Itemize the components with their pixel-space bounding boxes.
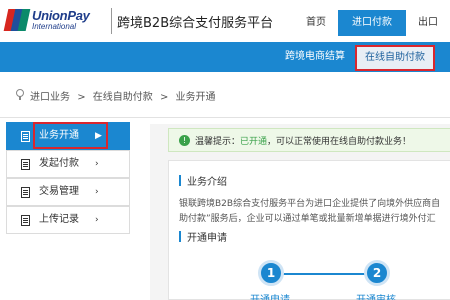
intro-line: 助付款”服务后，企业可以通过单笔或批量新增单据进行境外付汇 bbox=[179, 214, 436, 224]
notice-prefix: 温馨提示： bbox=[195, 137, 241, 147]
highlight-box bbox=[33, 122, 108, 149]
section-marker bbox=[179, 175, 181, 186]
nav-home[interactable]: 首页 bbox=[294, 10, 338, 36]
location-pin-icon bbox=[16, 89, 24, 100]
chevron-right-icon: › bbox=[95, 215, 99, 225]
sidebar-item-label: 交易管理 bbox=[39, 186, 79, 197]
step-2-circle: 2 bbox=[364, 260, 390, 286]
notice-status: 已开通 bbox=[240, 137, 268, 147]
chevron-right-icon: › bbox=[95, 159, 99, 169]
unionpay-logo[interactable]: UnionPay International bbox=[3, 8, 110, 34]
sidebar-item-initiate-payment[interactable]: 发起付款 › bbox=[6, 150, 130, 178]
logo-subtext: International bbox=[32, 22, 77, 31]
notice-suffix: ，可以正常使用在线自助付款业务！ bbox=[267, 137, 412, 147]
chevron-right-icon: › bbox=[95, 187, 99, 197]
breadcrumb-business-activation: 业务开通 bbox=[175, 92, 216, 103]
section-title-apply: 开通申请 bbox=[187, 233, 227, 244]
breadcrumb: 进口业务 > 在线自助付款 > 业务开通 bbox=[0, 72, 450, 118]
content-card: 业务介绍 银联跨境B2B综合支付服务平台为进口企业提供了向境外供应商自 助付款”… bbox=[168, 160, 450, 300]
section-title-intro: 业务介绍 bbox=[187, 177, 227, 188]
document-icon bbox=[21, 159, 30, 170]
notice-text: 温馨提示：已开通，可以正常使用在线自助付款业务！ bbox=[195, 134, 411, 147]
intro-text: 银联跨境B2B综合支付服务平台为进口企业提供了向境外供应商自 助付款”服务后，企… bbox=[179, 197, 450, 227]
nav-export[interactable]: 出口 bbox=[406, 10, 450, 36]
sidebar-item-label: 发起付款 bbox=[39, 158, 79, 169]
breadcrumb-separator: > bbox=[77, 92, 86, 103]
breadcrumb-separator: > bbox=[159, 92, 169, 103]
logo-text: UnionPay bbox=[32, 8, 90, 23]
subnav-online-self-payment[interactable]: 在线自助付款 bbox=[355, 45, 435, 71]
document-icon bbox=[21, 131, 30, 142]
breadcrumb-online-self-payment[interactable]: 在线自助付款 bbox=[93, 92, 153, 103]
breadcrumb-import-business[interactable]: 进口业务 bbox=[30, 92, 70, 103]
check-circle-icon: ! bbox=[179, 135, 190, 146]
step-1-label[interactable]: 开通申请 bbox=[250, 291, 290, 300]
notice-banner: ! 温馨提示：已开通，可以正常使用在线自助付款业务！ bbox=[168, 128, 450, 152]
platform-title: 跨境B2B综合支付服务平台 bbox=[117, 16, 274, 31]
nav-import-payment[interactable]: 进口付款 bbox=[338, 10, 406, 36]
intro-line: 银联跨境B2B综合支付服务平台为进口企业提供了向境外供应商自 bbox=[179, 199, 441, 209]
top-nav: 首页 进口付款 出口 bbox=[294, 10, 450, 36]
sidebar-item-upload-records[interactable]: 上传记录 › bbox=[6, 206, 130, 234]
sub-nav-bar: 跨境电商结算 在线自助付款 bbox=[0, 42, 450, 72]
unionpay-logo-icon bbox=[3, 9, 31, 31]
document-icon bbox=[21, 215, 30, 226]
header: UnionPay International 跨境B2B综合支付服务平台 首页 … bbox=[0, 0, 450, 42]
sidebar-item-label: 上传记录 bbox=[39, 214, 79, 225]
document-icon bbox=[21, 187, 30, 198]
steps-connector bbox=[282, 273, 374, 275]
step-2-label[interactable]: 开通审核 bbox=[356, 291, 396, 300]
step-1-circle: 1 bbox=[258, 260, 284, 286]
logo-divider bbox=[111, 8, 112, 34]
sidebar-item-transaction-management[interactable]: 交易管理 › bbox=[6, 178, 130, 206]
subnav-cross-border-ecommerce[interactable]: 跨境电商结算 bbox=[285, 42, 345, 72]
section-marker bbox=[179, 231, 181, 242]
